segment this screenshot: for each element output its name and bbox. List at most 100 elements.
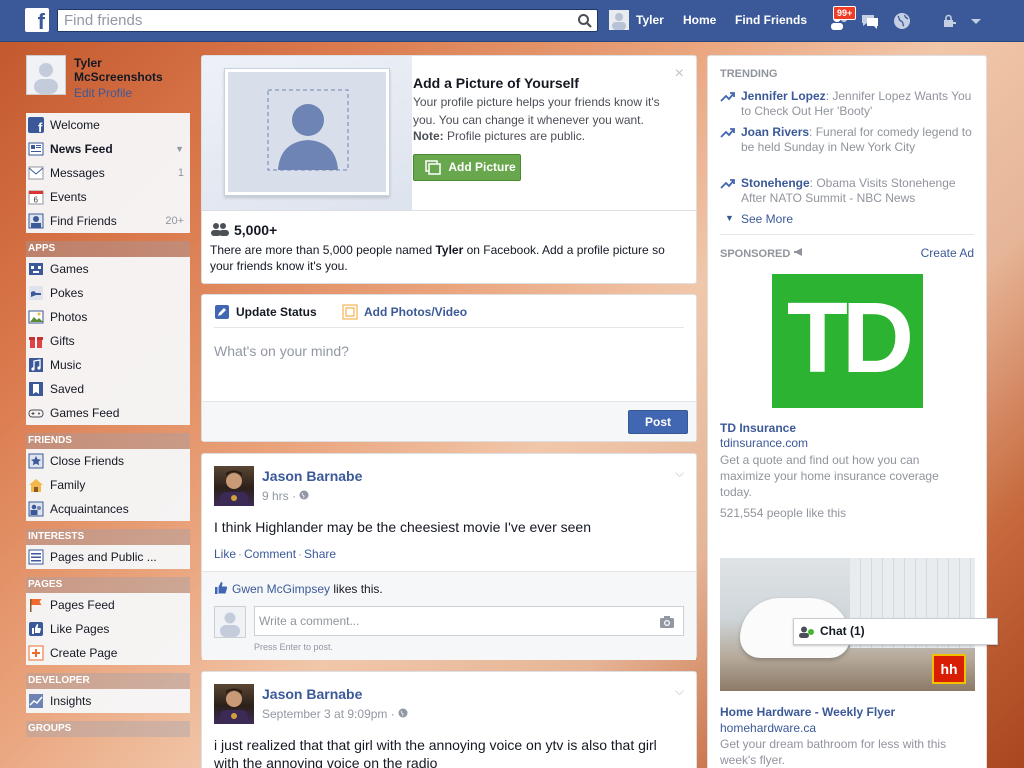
nav-friends-panel: Close Friends Family Acquaintances	[26, 449, 190, 521]
liker-link[interactable]: Gwen McGimpsey	[232, 582, 330, 596]
like-thumb-icon	[215, 582, 228, 594]
search-input[interactable]	[58, 10, 563, 31]
nav-find-friends-link[interactable]: Find Friends	[735, 13, 807, 27]
trending-item[interactable]: Jennifer Lopez: Jennifer Lopez Wants You…	[720, 89, 978, 119]
add-picture-button[interactable]: Add Picture	[413, 154, 521, 181]
sidebar-item-pages-feed[interactable]: Pages Feed	[26, 593, 190, 617]
post-text: i just realized that that girl with the …	[214, 737, 657, 768]
silhouette-icon	[267, 89, 349, 171]
ad-title[interactable]: Home Hardware - Weekly Flyer	[720, 705, 895, 719]
sidebar-item-label: Saved	[50, 382, 85, 396]
sidebar-item-music[interactable]: Music	[26, 353, 190, 377]
games-icon	[29, 263, 43, 275]
sidebar-item-insights[interactable]: Insights	[26, 689, 190, 713]
sidebar-item-news-feed[interactable]: News Feed ▼	[26, 137, 190, 161]
sidebar-item-close-friends[interactable]: Close Friends	[26, 449, 190, 473]
share-link[interactable]: Share	[304, 547, 336, 561]
author-avatar[interactable]	[214, 466, 254, 506]
post-author[interactable]: Jason Barnabe	[262, 686, 362, 702]
nav-developer-panel: Insights	[26, 689, 190, 713]
privacy-lock-icon[interactable]	[940, 10, 962, 32]
calendar-icon: 6	[28, 190, 44, 205]
ad-likes: 521,554 people like this	[720, 506, 847, 520]
see-more-caret-icon[interactable]: ▼	[725, 213, 734, 223]
comment-link[interactable]: Comment	[244, 547, 296, 561]
sponsored-heading: SPONSORED	[720, 247, 805, 260]
nav-user-name[interactable]: Tyler	[636, 13, 664, 27]
sidebar-item-family[interactable]: Family	[26, 473, 190, 497]
sidebar-item-label: Messages	[50, 166, 105, 180]
tab-add-photos-video[interactable]: Add Photos/Video	[364, 305, 467, 319]
trending-arrow-icon	[720, 92, 735, 102]
see-more-link[interactable]: See More	[741, 212, 793, 226]
divider	[720, 234, 974, 235]
edit-profile-link[interactable]: Edit Profile	[74, 86, 132, 100]
close-icon[interactable]: ×	[675, 65, 684, 83]
sidebar-item-label: Pages Feed	[50, 598, 115, 612]
nav-heading-friends: FRIENDS	[26, 433, 190, 449]
nav-heading-interests: INTERESTS	[26, 529, 190, 545]
sidebar-item-create-page[interactable]: Create Page	[26, 641, 190, 665]
caret-down-icon[interactable]: ▼	[175, 137, 184, 161]
sidebar-item-pokes[interactable]: Pokes	[26, 281, 190, 305]
find-friends-icon	[28, 213, 44, 229]
insights-icon	[29, 694, 43, 708]
profile-name[interactable]: Tyler McScreenshots	[74, 56, 190, 84]
nav-interests-panel: Pages and Public ...	[26, 545, 190, 569]
likes-summary: Gwen McGimpsey likes this.	[232, 582, 383, 596]
globe-notifications-icon[interactable]	[891, 10, 913, 32]
top-bar: f Tyler Home Find Friends 99+	[0, 0, 1024, 42]
comment-box	[254, 606, 684, 636]
sidebar-item-photos[interactable]: Photos	[26, 305, 190, 329]
find-friends-count: 20+	[165, 215, 184, 227]
post-timestamp[interactable]: September 3 at 9:09pm ·	[262, 707, 408, 721]
profile-picture[interactable]	[26, 55, 66, 95]
sidebar-item-label: Welcome	[50, 118, 100, 132]
create-ad-link[interactable]: Create Ad	[921, 246, 974, 260]
ad-domain[interactable]: homehardware.ca	[720, 721, 816, 735]
sidebar-item-welcome[interactable]: f Welcome	[26, 113, 190, 137]
sidebar-item-events[interactable]: 6 Events	[26, 185, 190, 209]
search-icon[interactable]	[577, 13, 593, 29]
sidebar-item-like-pages[interactable]: Like Pages	[26, 617, 190, 641]
sidebar-item-games[interactable]: Games	[26, 257, 190, 281]
sidebar-item-messages[interactable]: Messages 1	[26, 161, 190, 185]
chat-bar[interactable]: Chat (1)	[793, 618, 998, 645]
camera-icon[interactable]	[659, 615, 675, 629]
nav-home-link[interactable]: Home	[683, 13, 716, 27]
post-author[interactable]: Jason Barnabe	[262, 468, 362, 484]
status-input[interactable]	[214, 343, 684, 359]
sidebar-item-label: Insights	[50, 694, 92, 708]
like-link[interactable]: Like	[214, 547, 236, 561]
ad-domain[interactable]: tdinsurance.com	[720, 436, 808, 450]
trending-item[interactable]: Stonehenge: Obama Visits Stonehenge Afte…	[720, 176, 978, 206]
post-actions: Like · Comment · Share	[214, 547, 337, 561]
nav-avatar[interactable]	[609, 10, 629, 30]
tab-update-status[interactable]: Update Status	[236, 305, 317, 319]
divider	[202, 210, 696, 211]
messages-icon[interactable]	[859, 10, 881, 32]
add-picture-illustration	[202, 56, 412, 210]
author-avatar[interactable]	[214, 684, 254, 724]
facebook-logo[interactable]: f	[25, 8, 49, 32]
chevron-down-icon[interactable]	[966, 10, 988, 32]
sidebar-item-gifts[interactable]: Gifts	[26, 329, 190, 353]
search-box	[57, 9, 598, 32]
sidebar-item-saved[interactable]: Saved	[26, 377, 190, 401]
sidebar-item-games-feed[interactable]: Games Feed	[26, 401, 190, 425]
sidebar-item-find-friends[interactable]: Find Friends 20+	[26, 209, 190, 233]
post-timestamp[interactable]: 9 hrs ·	[262, 489, 309, 503]
sidebar-item-label: Music	[50, 358, 82, 372]
ad-title[interactable]: TD Insurance	[720, 421, 796, 435]
home-hardware-logo: hh	[932, 654, 966, 684]
people-count-description: There are more than 5,000 people named T…	[210, 243, 665, 273]
comment-input[interactable]	[255, 607, 655, 635]
post-options-chevron-icon[interactable]: ⌵	[675, 684, 684, 699]
post-options-chevron-icon[interactable]: ⌵	[675, 466, 684, 481]
trending-item[interactable]: Joan Rivers: Funeral for comedy legend t…	[720, 125, 978, 155]
sidebar-item-pages-and-public[interactable]: Pages and Public ...	[26, 545, 190, 569]
nav-heading-apps: APPS	[26, 241, 190, 257]
post-button[interactable]: Post	[628, 410, 688, 434]
td-logo[interactable]: TD	[772, 274, 923, 408]
sidebar-item-acquaintances[interactable]: Acquaintances	[26, 497, 190, 521]
